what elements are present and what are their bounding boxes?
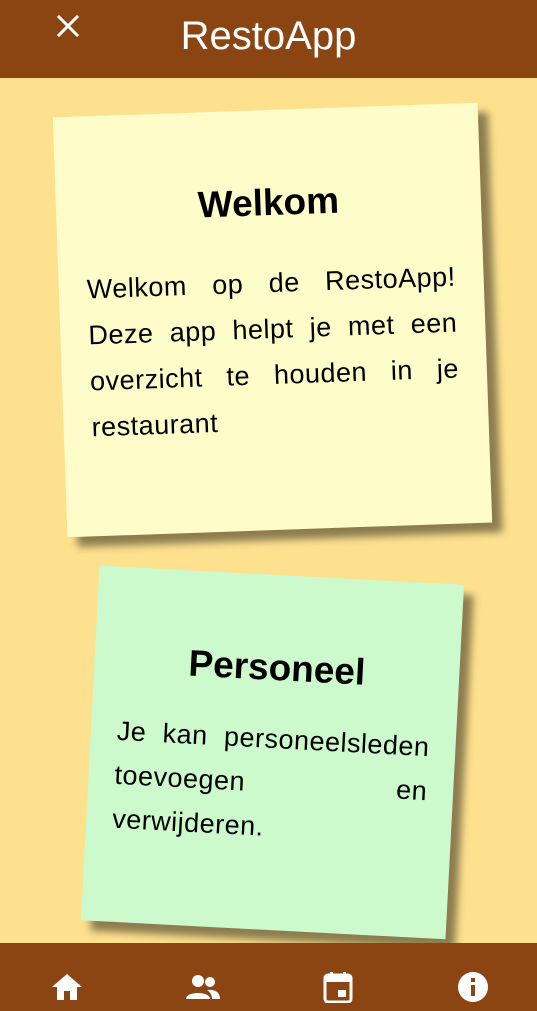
top-app-bar: RestoApp (0, 0, 537, 78)
welcome-card-title: Welkom (197, 179, 340, 226)
home-icon[interactable] (47, 967, 87, 1007)
calendar-icon[interactable] (318, 967, 358, 1007)
staff-card-body: Je kan personeelsleden toevoegen en verw… (111, 715, 431, 842)
app-title: RestoApp (180, 14, 357, 58)
bottom-nav (0, 943, 537, 1011)
welcome-card-body: Welkom op de RestoApp! Deze app helpt je… (86, 261, 460, 443)
staff-card-title: Personeel (187, 642, 367, 693)
people-icon[interactable] (183, 967, 223, 1007)
welcome-card: Welkom Welkom op de RestoApp! Deze app h… (52, 102, 493, 538)
staff-card[interactable]: Personeel Je kan personeelsleden toevoeg… (80, 565, 465, 940)
info-icon[interactable] (453, 967, 493, 1007)
